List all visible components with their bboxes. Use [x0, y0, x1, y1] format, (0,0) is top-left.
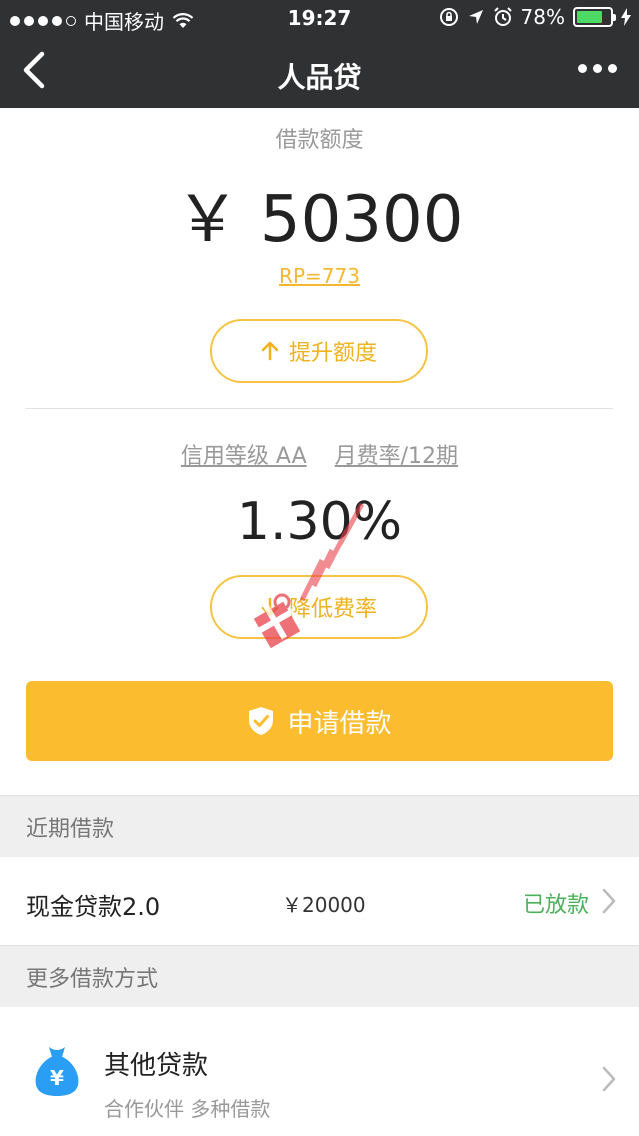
other-loans-item[interactable]: ¥ 其他贷款 合作伙伴 多种借款	[0, 1007, 639, 1136]
credit-limit-label: 借款额度	[275, 128, 364, 153]
credit-info-row: 信用等级 AA 月费率/12期	[0, 438, 639, 470]
arrow-down-icon	[261, 597, 279, 617]
battery-icon	[573, 7, 616, 27]
monthly-rate-link[interactable]: 月费率/12期	[335, 438, 458, 470]
chevron-right-icon	[602, 1066, 616, 1092]
rp-score-link[interactable]: RP=773	[0, 264, 639, 288]
more-menu-icon[interactable]	[578, 64, 617, 73]
lower-rate-label: 降低费率	[288, 597, 377, 622]
loan-name: 现金贷款2.0	[26, 893, 161, 921]
loan-status: 已放款	[522, 893, 589, 918]
apply-loan-button[interactable]: 申请借款	[26, 681, 613, 761]
alarm-icon	[493, 7, 512, 26]
chevron-right-icon	[602, 888, 616, 914]
divider	[26, 408, 613, 409]
raise-limit-button[interactable]: 提升额度	[210, 319, 428, 383]
credit-amount: ￥ 50300	[175, 183, 464, 257]
battery-percent: 78%	[520, 5, 565, 29]
svg-text:¥: ¥	[50, 1066, 64, 1090]
raise-limit-label: 提升额度	[288, 341, 377, 366]
credit-level-link[interactable]: 信用等级 AA	[181, 438, 307, 470]
location-icon	[468, 10, 483, 24]
arrow-up-icon	[261, 341, 279, 361]
rate-value: 1.30%	[236, 492, 403, 552]
shield-check-icon	[249, 707, 274, 735]
apply-loan-label: 申请借款	[287, 708, 392, 739]
money-bag-icon: ¥	[35, 1047, 79, 1096]
other-loans-title: 其他贷款	[104, 1051, 209, 1081]
loan-list-item[interactable]: 现金贷款2.0 ￥20000 已放款	[0, 857, 639, 945]
page-title: 人品贷	[277, 61, 362, 94]
nav-bar: 人品贷	[0, 36, 639, 108]
other-loans-subtitle: 合作伙伴 多种借款	[104, 1097, 271, 1121]
status-bar: 中国移动 19:27 78%	[0, 0, 639, 36]
loan-amount: ￥20000	[282, 893, 366, 917]
more-options-header: 更多借款方式	[0, 945, 639, 1007]
lower-rate-button[interactable]: 降低费率	[210, 575, 428, 639]
recent-loans-header: 近期借款	[0, 795, 639, 857]
charging-icon	[621, 8, 631, 26]
top-bar: 中国移动 19:27 78% 人品贷	[0, 0, 639, 108]
rotation-lock-icon	[439, 8, 458, 26]
